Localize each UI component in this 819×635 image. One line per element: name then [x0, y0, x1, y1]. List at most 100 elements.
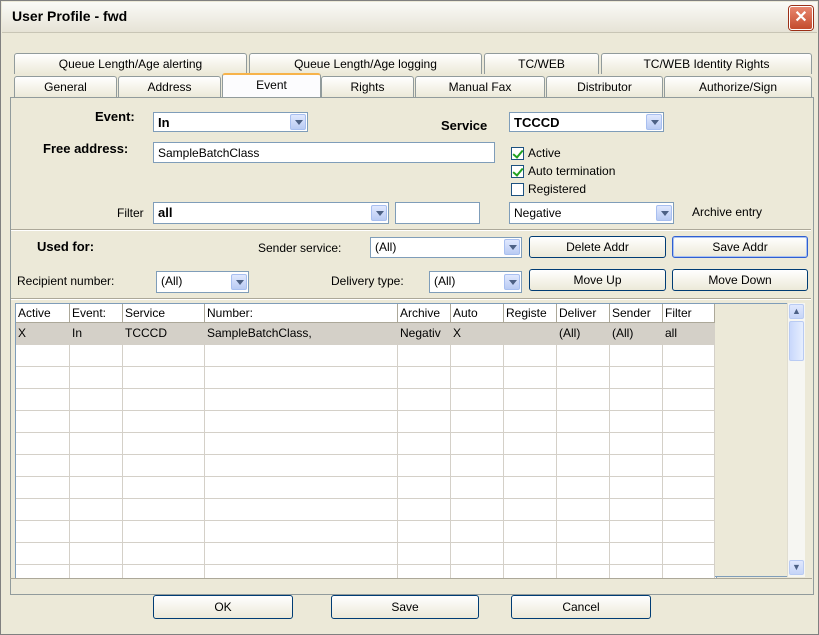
- column-header-filter[interactable]: Filter: [663, 304, 715, 323]
- sender-service-select[interactable]: (All): [370, 237, 522, 258]
- empty-table-cell: [16, 345, 70, 367]
- column-header-active[interactable]: Active: [16, 304, 70, 323]
- chevron-down-icon[interactable]: [504, 239, 520, 255]
- tab-rights[interactable]: Rights: [321, 76, 414, 97]
- empty-table-cell: [663, 499, 715, 521]
- empty-table-cell: [398, 565, 451, 578]
- used-for-label: Used for:: [37, 239, 95, 254]
- column-header-auto[interactable]: Auto: [451, 304, 504, 323]
- empty-table-cell: [70, 345, 123, 367]
- ok-button[interactable]: OK: [153, 595, 293, 619]
- empty-table-cell: [205, 455, 398, 477]
- empty-table-cell: [123, 345, 205, 367]
- empty-table-cell: [557, 477, 610, 499]
- empty-table-cell: [123, 543, 205, 565]
- empty-table-cell: [123, 521, 205, 543]
- empty-table-cell: [663, 389, 715, 411]
- vertical-scrollbar[interactable]: ▲ ▼: [787, 303, 805, 577]
- auto-termination-checkbox[interactable]: [511, 165, 524, 178]
- save-addr-button[interactable]: Save Addr: [672, 236, 808, 258]
- move-down-button[interactable]: Move Down: [672, 269, 808, 291]
- chevron-down-icon[interactable]: [656, 205, 672, 221]
- title-bar: User Profile - fwd ✕: [2, 2, 817, 33]
- empty-table-cell: [123, 477, 205, 499]
- empty-table-cell: [557, 389, 610, 411]
- empty-table-cell: [70, 367, 123, 389]
- empty-table-cell: [70, 477, 123, 499]
- tab-tcweb[interactable]: TC/WEB: [484, 53, 599, 74]
- free-address-field[interactable]: SampleBatchClass: [153, 142, 495, 163]
- filter-extra-field[interactable]: [395, 202, 480, 224]
- close-icon[interactable]: ✕: [789, 6, 813, 30]
- column-header-delivery[interactable]: Deliver: [557, 304, 610, 323]
- empty-table-cell: [504, 565, 557, 578]
- column-header-sender[interactable]: Sender: [610, 304, 663, 323]
- chevron-down-icon[interactable]: [504, 274, 520, 290]
- scroll-thumb[interactable]: [789, 321, 804, 361]
- empty-table-cell: [16, 565, 70, 578]
- event-select[interactable]: In: [153, 112, 308, 132]
- column-header-registered[interactable]: Registe: [504, 304, 557, 323]
- chevron-down-icon[interactable]: [290, 114, 306, 130]
- address-table[interactable]: Active Event: Service Number: Archive Au…: [15, 303, 717, 579]
- tab-queue-logging[interactable]: Queue Length/Age logging: [249, 53, 482, 74]
- delivery-type-select[interactable]: (All): [429, 271, 522, 293]
- recipient-number-label: Recipient number:: [17, 274, 115, 288]
- empty-table-cell: [610, 411, 663, 433]
- event-label: Event:: [95, 109, 135, 124]
- empty-table-cell: [610, 477, 663, 499]
- empty-table-cell: [557, 367, 610, 389]
- chevron-down-icon[interactable]: [646, 114, 662, 130]
- cancel-button[interactable]: Cancel: [511, 595, 651, 619]
- recipient-number-select[interactable]: (All): [156, 271, 249, 293]
- empty-table-cell: [398, 455, 451, 477]
- scroll-down-icon[interactable]: ▼: [789, 560, 804, 575]
- tab-authorize-sign[interactable]: Authorize/Sign: [664, 76, 812, 97]
- table-cell: X: [451, 323, 504, 345]
- service-select[interactable]: TCCCD: [509, 112, 664, 132]
- empty-table-cell: [205, 433, 398, 455]
- empty-table-cell: [557, 345, 610, 367]
- tab-event[interactable]: Event: [222, 73, 321, 97]
- tab-queue-alerting[interactable]: Queue Length/Age alerting: [14, 53, 247, 74]
- column-header-service[interactable]: Service: [123, 304, 205, 323]
- tab-distributor[interactable]: Distributor: [546, 76, 663, 97]
- table-cell: SampleBatchClass,: [205, 323, 398, 345]
- tab-manual-fax[interactable]: Manual Fax: [415, 76, 545, 97]
- table-cell: (All): [557, 323, 610, 345]
- delete-addr-button[interactable]: Delete Addr: [529, 236, 666, 258]
- empty-table-cell: [663, 411, 715, 433]
- empty-table-cell: [123, 433, 205, 455]
- archive-select[interactable]: Negative: [509, 202, 674, 224]
- table-cell: In: [70, 323, 123, 345]
- empty-table-cell: [610, 433, 663, 455]
- empty-table-cell: [557, 521, 610, 543]
- empty-table-cell: [70, 565, 123, 578]
- empty-table-cell: [70, 411, 123, 433]
- scroll-up-icon[interactable]: ▲: [789, 304, 804, 319]
- empty-table-cell: [557, 411, 610, 433]
- column-header-event[interactable]: Event:: [70, 304, 123, 323]
- empty-table-cell: [16, 411, 70, 433]
- column-header-number[interactable]: Number:: [205, 304, 398, 323]
- tab-general[interactable]: General: [14, 76, 117, 97]
- empty-table-cell: [205, 389, 398, 411]
- empty-table-cell: [451, 345, 504, 367]
- empty-table-cell: [70, 521, 123, 543]
- empty-table-cell: [610, 345, 663, 367]
- chevron-down-icon[interactable]: [371, 205, 387, 221]
- empty-table-cell: [663, 521, 715, 543]
- empty-table-cell: [123, 367, 205, 389]
- tab-address[interactable]: Address: [118, 76, 221, 97]
- filter-select[interactable]: all: [153, 202, 389, 224]
- active-checkbox[interactable]: [511, 147, 524, 160]
- chevron-down-icon[interactable]: [231, 274, 247, 290]
- empty-table-cell: [205, 565, 398, 578]
- column-header-archive[interactable]: Archive: [398, 304, 451, 323]
- empty-table-cell: [504, 543, 557, 565]
- registered-checkbox[interactable]: [511, 183, 524, 196]
- tab-tcweb-identity-rights[interactable]: TC/WEB Identity Rights: [601, 53, 812, 74]
- move-up-button[interactable]: Move Up: [529, 269, 666, 291]
- save-button[interactable]: Save: [331, 595, 479, 619]
- empty-table-cell: [504, 367, 557, 389]
